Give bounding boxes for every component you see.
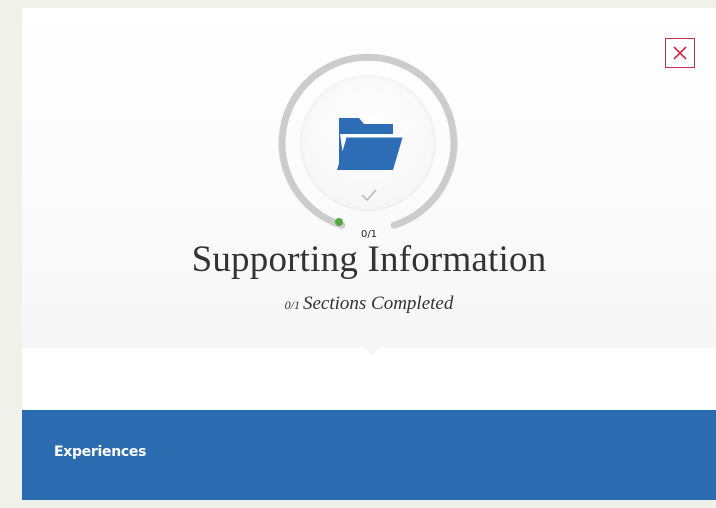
page-title: Supporting Information xyxy=(191,239,547,280)
section-label: Experiences xyxy=(54,444,147,460)
close-icon xyxy=(673,46,687,60)
header-pointer xyxy=(362,346,382,355)
supporting-information-dialog: 0/1 Supporting Information 0/1 Sections C… xyxy=(22,8,716,500)
section-experiences[interactable]: Experiences xyxy=(22,410,716,500)
progress-indicator-dot xyxy=(335,218,343,226)
sections-completed-status: 0/1 Sections Completed xyxy=(22,293,716,315)
sections-completed-text: Sections Completed xyxy=(302,293,454,314)
folder-open-icon xyxy=(337,118,403,170)
page-background: 0/1 Supporting Information 0/1 Sections C… xyxy=(0,0,716,508)
check-icon xyxy=(361,189,377,202)
close-button[interactable] xyxy=(665,38,695,68)
sections-completed-count: 0/1 xyxy=(284,298,300,312)
